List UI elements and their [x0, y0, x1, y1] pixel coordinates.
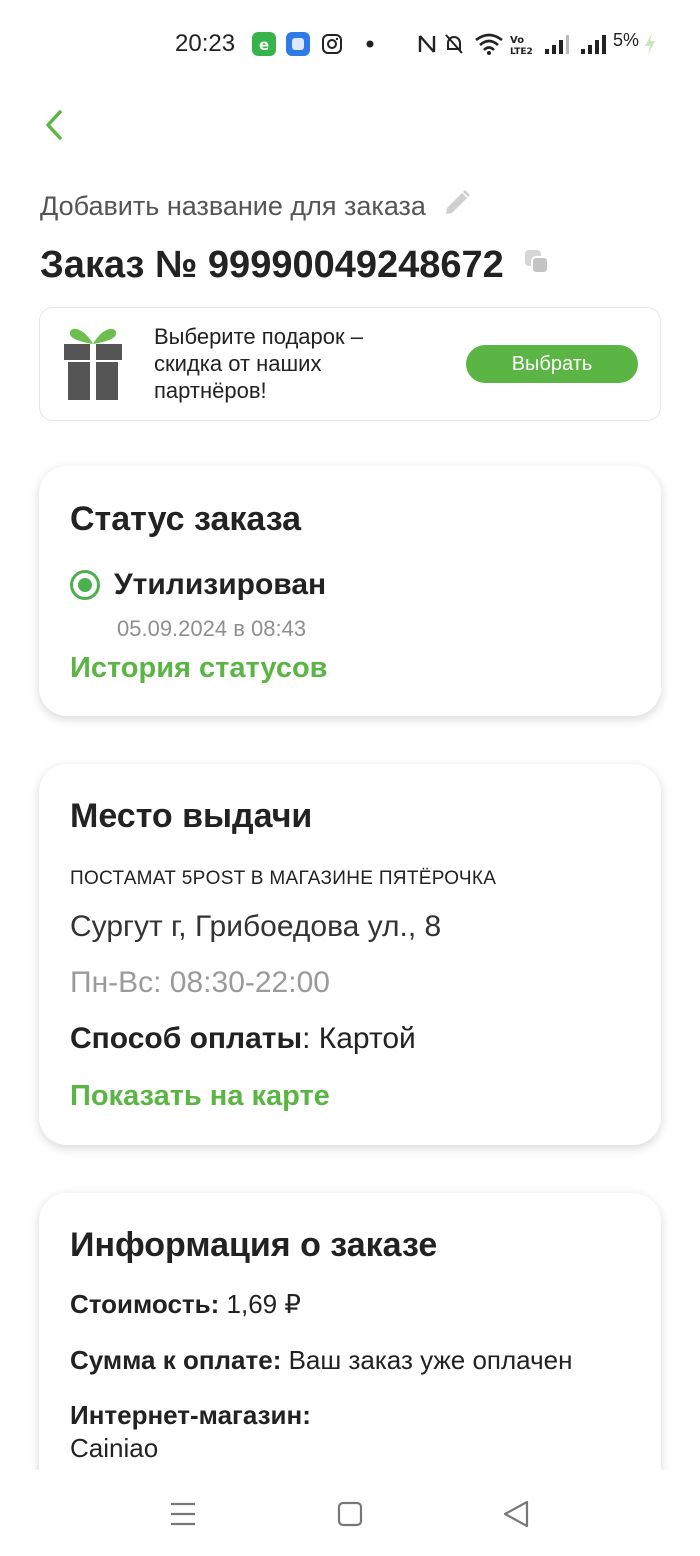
- order-status-card: Статус заказа Утилизирован 05.09.2024 в …: [39, 466, 661, 716]
- payment-method: Способ оплаты: Картой: [70, 1022, 416, 1056]
- menu-icon: [163, 1502, 203, 1538]
- status-value: Утилизирован: [114, 568, 327, 601]
- pickup-point-card: Место выдачи ПОСТАМАТ 5POST В МАГАЗИНЕ П…: [39, 764, 661, 1145]
- svg-text:e: e: [259, 36, 269, 54]
- mute-icon: [443, 32, 465, 61]
- amount-due-label: Сумма к оплате:: [70, 1345, 282, 1375]
- pickup-point-type: ПОСТАМАТ 5POST В МАГАЗИНЕ ПЯТЁРОЧКА: [70, 868, 497, 889]
- pencil-icon: [442, 188, 472, 225]
- gift-banner-text: Выберите подарок – скидка от наших партн…: [154, 324, 363, 403]
- wifi-icon: [474, 32, 504, 61]
- status-bar: 20:23 e Vo LTE2 5%: [0, 0, 700, 90]
- signal-1-icon: [544, 33, 570, 60]
- amount-due-value: Ваш заказ уже оплачен: [281, 1345, 573, 1375]
- signal-2-icon: [580, 33, 608, 60]
- pickup-hours: Пн-Вс: 08:30-22:00: [70, 966, 330, 999]
- copy-icon[interactable]: [522, 244, 552, 287]
- square-app-icon: [286, 32, 310, 56]
- status-time: 20:23: [175, 30, 236, 57]
- order-info-title: Информация о заказе: [70, 1226, 438, 1264]
- show-on-map-link[interactable]: Показать на карте: [70, 1080, 330, 1113]
- shop-label: Интернет-магазин:: [70, 1400, 311, 1430]
- back-triangle-icon: [497, 1500, 537, 1538]
- order-number: Заказ № 99990049248672: [40, 244, 504, 286]
- status-history-link[interactable]: История статусов: [70, 652, 328, 685]
- back-nav-button[interactable]: [497, 1494, 537, 1534]
- svg-text:Vo: Vo: [510, 35, 524, 46]
- status-radio-icon: [70, 570, 100, 600]
- current-status: Утилизирован: [70, 568, 326, 602]
- cost-line: Стоимость: 1,69 ₽: [70, 1289, 301, 1320]
- status-date: 05.09.2024 в 08:43: [117, 616, 307, 641]
- svg-text:LTE2: LTE2: [510, 47, 533, 55]
- menu-nav-button[interactable]: [163, 1494, 203, 1534]
- system-nav-bar: [0, 1470, 700, 1556]
- order-number-row: Заказ № 99990049248672: [40, 244, 552, 287]
- volte-icon: Vo LTE2: [510, 33, 536, 60]
- shop-value: Cainiao: [70, 1433, 159, 1463]
- home-square-icon: [330, 1501, 370, 1538]
- charging-icon: [643, 32, 657, 61]
- cost-value: 1,69 ₽: [219, 1289, 301, 1319]
- nfc-icon: [416, 32, 438, 61]
- home-nav-button[interactable]: [330, 1494, 370, 1534]
- gift-banner: Выберите подарок – скидка от наших партн…: [39, 307, 661, 421]
- pickup-address: Сургут г, Грибоедова ул., 8: [70, 910, 442, 943]
- pickup-point-title: Место выдачи: [70, 797, 313, 835]
- amount-due-line: Сумма к оплате: Ваш заказ уже оплачен: [70, 1345, 572, 1376]
- back-button[interactable]: [38, 106, 74, 146]
- add-order-name-label: Добавить название для заказа: [40, 191, 426, 221]
- dot-icon: [360, 32, 384, 56]
- instagram-icon: [320, 32, 344, 56]
- battery-percent: 5%: [613, 30, 640, 50]
- payment-method-value: : Картой: [302, 1022, 416, 1055]
- payment-method-label: Способ оплаты: [70, 1022, 303, 1055]
- cost-label: Стоимость:: [70, 1289, 220, 1319]
- gift-icon: [62, 322, 124, 404]
- order-status-title: Статус заказа: [70, 500, 302, 538]
- chevron-left-icon: [38, 110, 74, 150]
- add-order-name-button[interactable]: Добавить название для заказа: [40, 188, 472, 225]
- choose-gift-button[interactable]: Выбрать: [466, 345, 638, 383]
- e-app-icon: e: [252, 32, 276, 56]
